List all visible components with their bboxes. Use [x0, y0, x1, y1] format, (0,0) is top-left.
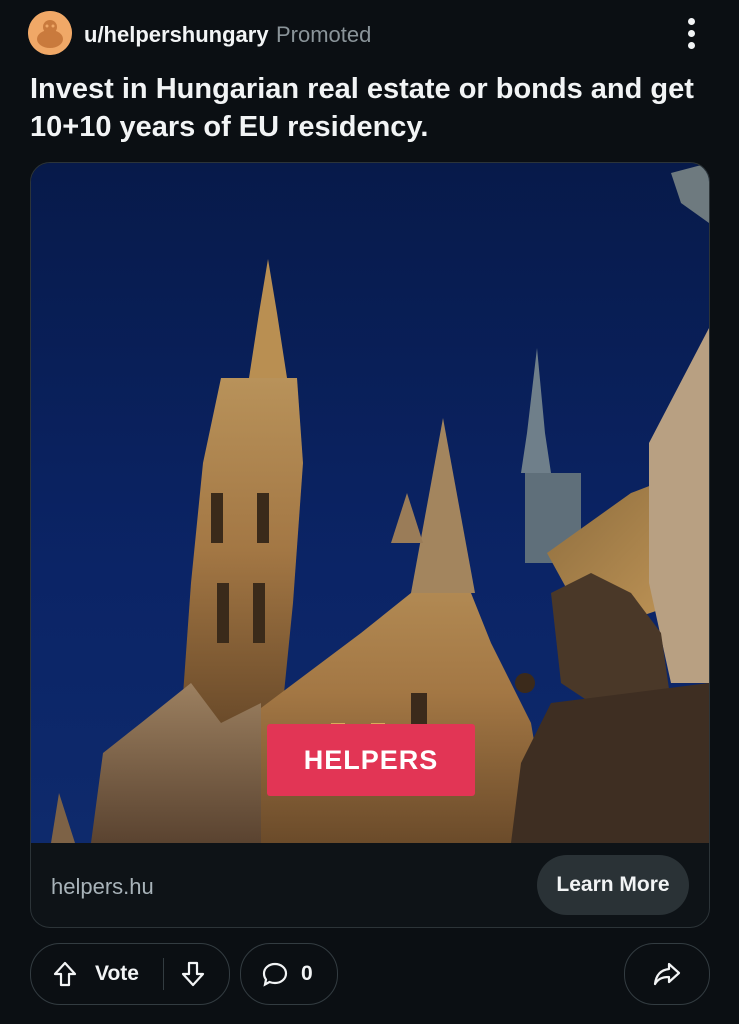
username-link[interactable]: u/helpershungary	[84, 22, 269, 48]
post-title[interactable]: Invest in Hungarian real estate or bonds…	[30, 70, 720, 146]
post-header: u/helpershungary Promoted	[0, 0, 739, 66]
share-arrow-icon	[652, 960, 682, 988]
comments-button[interactable]: 0	[240, 943, 338, 1005]
arrow-up-icon[interactable]	[51, 960, 79, 988]
vote-control: Vote	[30, 943, 230, 1005]
share-button[interactable]	[624, 943, 710, 1005]
learn-more-button[interactable]: Learn More	[537, 855, 689, 915]
ad-brand-badge: HELPERS	[267, 724, 475, 796]
arrow-down-icon[interactable]	[179, 960, 207, 988]
more-vertical-icon[interactable]	[680, 14, 704, 54]
divider	[163, 958, 164, 990]
comment-bubble-icon	[261, 960, 289, 988]
vote-label: Vote	[95, 962, 139, 985]
ad-card[interactable]: HELPERS helpers.hu Learn More	[30, 162, 710, 928]
ad-domain[interactable]: helpers.hu	[51, 874, 154, 900]
promoted-label: Promoted	[276, 22, 372, 47]
avatar[interactable]	[28, 11, 72, 55]
comment-count: 0	[301, 962, 313, 985]
